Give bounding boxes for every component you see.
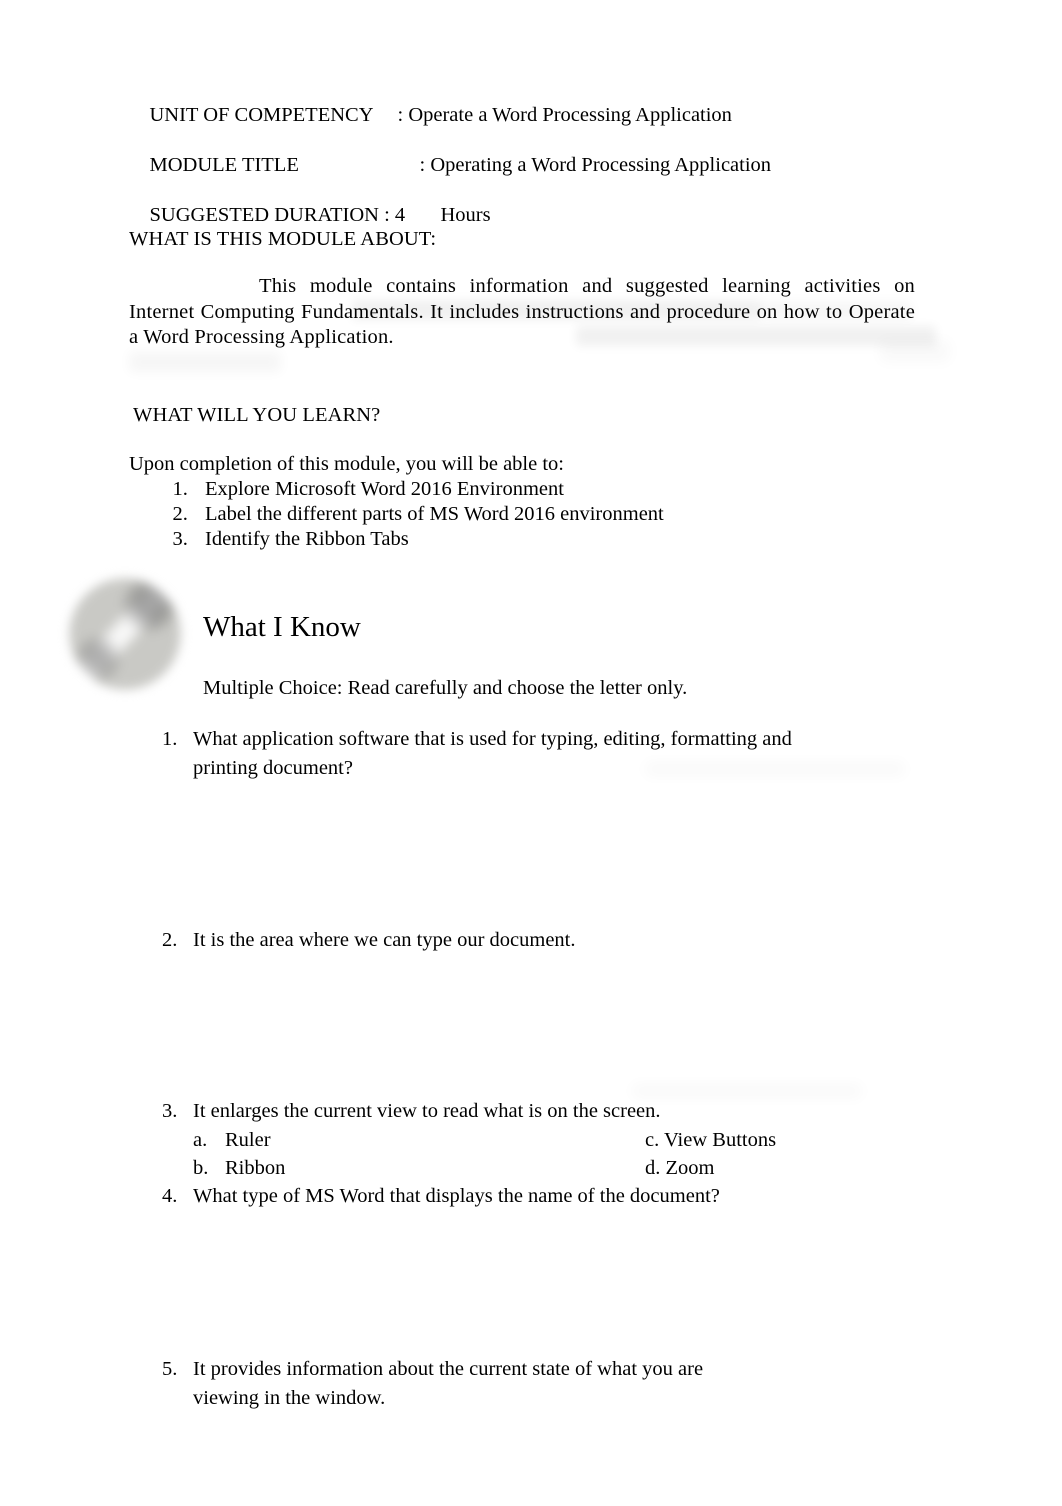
about-module-paragraph: This module contains information and sug… xyxy=(129,274,915,351)
option-row: a. Ruler c. View Buttons xyxy=(193,1126,933,1154)
quiz-question-2-number: 2. xyxy=(162,929,178,951)
quiz-question-2-text: It is the area where we can type our doc… xyxy=(193,929,576,951)
paragraph-segment-2: . It includes instructions and procedure… xyxy=(418,300,849,323)
option-b-key: b. xyxy=(193,1157,209,1179)
quiz-question-2: 2. It is the area where we can type our … xyxy=(162,926,862,955)
quiz-question-4-number: 4. xyxy=(162,1185,178,1207)
option-b-label: Ribbon xyxy=(225,1157,286,1179)
quiz-question-3-options: a. Ruler c. View Buttons b. Ribbon d. Zoom xyxy=(193,1126,933,1182)
option-a-label: Ruler xyxy=(225,1129,271,1151)
paragraph-segment-1: This module contains information and sug… xyxy=(259,275,921,297)
option-row: b. Ribbon d. Zoom xyxy=(193,1154,933,1182)
header-label-suggested-duration: SUGGESTED DURATION : 4 xyxy=(149,204,406,226)
header-value-unit-of-competency: : Operate a Word Processing Application xyxy=(397,104,732,126)
option-a[interactable]: a. Ruler xyxy=(193,1126,271,1154)
quiz-question-3: 3. It enlarges the current view to read … xyxy=(162,1097,862,1126)
option-d[interactable]: d. Zoom xyxy=(645,1154,714,1182)
quiz-question-3-text: It enlarges the current view to read wha… xyxy=(193,1100,661,1122)
list-item: Label the different parts of MS Word 201… xyxy=(193,502,889,527)
quiz-question-4: 4. What type of MS Word that displays th… xyxy=(162,1182,862,1211)
objectives-block: Upon completion of this module, you will… xyxy=(129,452,889,552)
quiz-question-4-text: What type of MS Word that displays the n… xyxy=(193,1185,720,1207)
quiz-question-1: 1. What application software that is use… xyxy=(162,725,862,783)
header-label-module-title: MODULE TITLE xyxy=(149,154,299,176)
option-a-key: a. xyxy=(193,1129,208,1151)
option-b[interactable]: b. Ribbon xyxy=(193,1154,285,1182)
what-i-know-instructions: Multiple Choice: Read carefully and choo… xyxy=(203,677,688,699)
paragraph-segment-3: . xyxy=(388,326,394,348)
quiz-question-5-text: It provides information about the curren… xyxy=(193,1358,704,1409)
header-value-suggested-duration: Hours xyxy=(440,204,491,226)
list-item: Explore Microsoft Word 2016 Environment xyxy=(193,477,889,502)
quiz-question-1-text: What application software that is used f… xyxy=(193,728,792,779)
header-label-unit-of-competency: UNIT OF COMPETENCY xyxy=(149,104,374,126)
objectives-lead-text: Upon completion of this module, you will… xyxy=(129,453,564,475)
header-value-module-title: : Operating a Word Processing Applicatio… xyxy=(419,154,772,176)
option-c[interactable]: c. View Buttons xyxy=(645,1126,776,1154)
document-page: UNIT OF COMPETENCY : Operate a Word Proce… xyxy=(0,0,1062,1506)
what-i-know-title: What I Know xyxy=(203,611,361,643)
what-will-you-learn-heading: WHAT WILL YOU LEARN? xyxy=(133,404,381,426)
list-item: Identify the Ribbon Tabs xyxy=(193,527,889,552)
objectives-list: Explore Microsoft Word 2016 Environment … xyxy=(129,477,889,552)
artifact-smudge-7 xyxy=(632,1084,862,1098)
pencil-circle-icon xyxy=(69,578,181,690)
artifact-smudge-4 xyxy=(129,352,281,372)
quiz-question-5: 5. It provides information about the cur… xyxy=(162,1355,862,1413)
quiz-question-3-number: 3. xyxy=(162,1100,178,1122)
quiz-question-1-number: 1. xyxy=(162,728,178,750)
paragraph-highlight-1: Internet Computing Fundamentals xyxy=(129,300,419,323)
about-module-heading: WHAT IS THIS MODULE ABOUT: xyxy=(129,228,437,250)
quiz-question-5-number: 5. xyxy=(162,1358,178,1380)
